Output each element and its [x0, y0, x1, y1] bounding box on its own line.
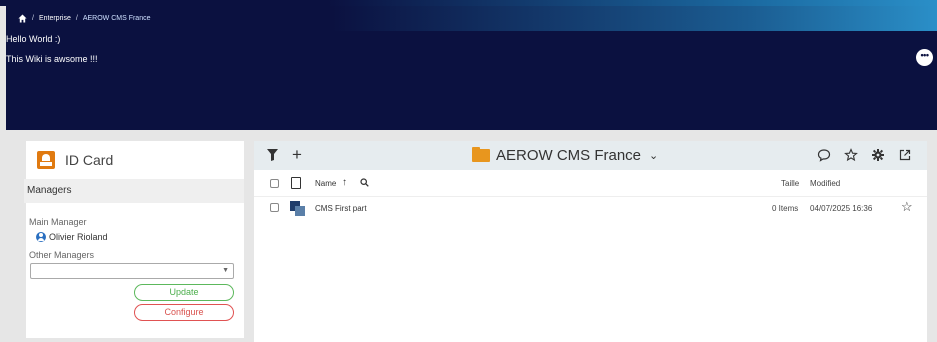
- other-managers-label: Other Managers: [29, 250, 95, 260]
- breadcrumb-item-enterprise[interactable]: Enterprise: [39, 15, 71, 22]
- main-manager-label: Main Manager: [29, 217, 87, 227]
- table-row[interactable]: CMS First part 0 Items 04/07/2025 16:36 …: [254, 197, 927, 221]
- folder-icon: [472, 147, 490, 162]
- wiki-text-line: This Wiki is awsome !!!: [6, 54, 98, 64]
- breadcrumb-item-current[interactable]: AEROW CMS France: [83, 15, 151, 22]
- id-card-header: ID Card: [26, 141, 244, 179]
- star-outline-icon[interactable]: [844, 148, 858, 162]
- id-card-icon: [37, 151, 55, 169]
- breadcrumb-separator: /: [75, 15, 78, 22]
- search-icon[interactable]: [360, 178, 369, 187]
- breadcrumb-separator: /: [32, 15, 34, 22]
- file-modified-date: 04/07/2025 16:36: [810, 204, 873, 213]
- favorite-star-icon[interactable]: ☆: [901, 200, 913, 214]
- user-icon: [36, 232, 46, 242]
- folder-title[interactable]: AEROW CMS France ⌄: [472, 147, 658, 164]
- wiki-text-line: Hello World :): [6, 34, 61, 44]
- gear-icon[interactable]: [871, 148, 885, 162]
- id-card-title: ID Card: [65, 152, 114, 168]
- folder-panel: + AEROW CMS France ⌄ Name ↑ Taille Modif…: [254, 141, 927, 342]
- open-new-icon[interactable]: [898, 148, 912, 162]
- main-manager-name: Olivier Rioland: [49, 232, 108, 242]
- wiki-banner: / Enterprise / AEROW CMS France Hello Wo…: [6, 6, 937, 130]
- row-checkbox[interactable]: [270, 203, 279, 212]
- select-all-checkbox[interactable]: [270, 179, 279, 188]
- configure-button[interactable]: Configure: [134, 304, 234, 321]
- sort-ascending-icon[interactable]: ↑: [342, 177, 347, 188]
- file-list-header: Name ↑ Taille Modified: [254, 170, 927, 197]
- folder-name: AEROW CMS France: [496, 147, 642, 164]
- column-header-size[interactable]: Taille: [781, 179, 799, 188]
- breadcrumb: / Enterprise / AEROW CMS France: [18, 14, 151, 23]
- breadcrumb-bar: / Enterprise / AEROW CMS France: [6, 6, 937, 31]
- cms-space-icon: [290, 201, 306, 217]
- column-header-name[interactable]: Name: [315, 179, 336, 188]
- managers-heading: Managers: [24, 179, 244, 203]
- main-manager-entry[interactable]: Olivier Rioland: [26, 232, 244, 242]
- more-options-button[interactable]: •••: [916, 49, 933, 66]
- update-button[interactable]: Update: [134, 284, 234, 301]
- chevron-down-icon: ▼: [222, 267, 229, 274]
- plus-icon[interactable]: +: [292, 146, 302, 163]
- chevron-down-icon: ⌄: [649, 150, 659, 162]
- file-name[interactable]: CMS First part: [315, 204, 367, 213]
- folder-toolbar: + AEROW CMS France ⌄: [254, 141, 927, 170]
- comment-icon[interactable]: [817, 148, 831, 162]
- home-icon[interactable]: [18, 14, 27, 23]
- other-managers-select[interactable]: ▼: [30, 263, 234, 279]
- column-header-modified[interactable]: Modified: [810, 179, 840, 188]
- file-size: 0 Items: [772, 204, 799, 213]
- filter-icon[interactable]: [267, 149, 278, 161]
- document-icon: [291, 177, 301, 189]
- id-card-panel: ID Card Managers Main Manager Olivier Ri…: [24, 141, 244, 338]
